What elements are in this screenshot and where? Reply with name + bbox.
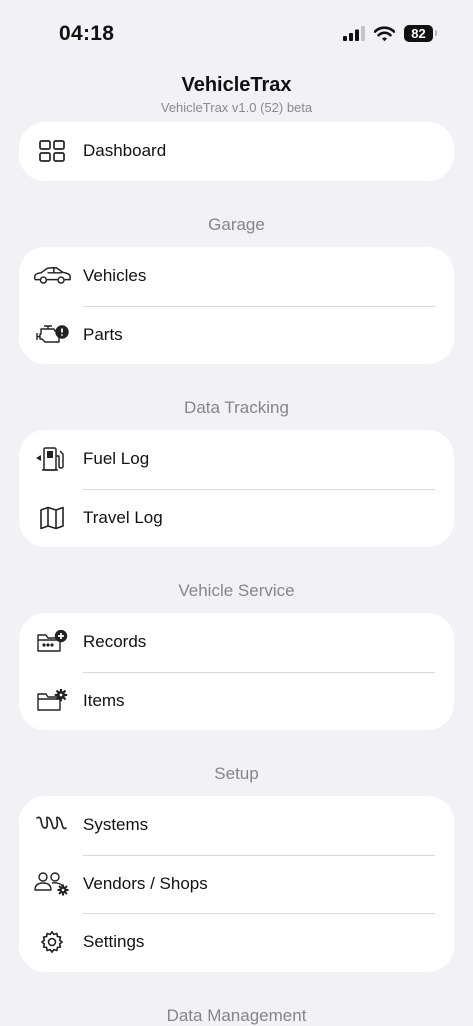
menu-item-travel-log[interactable]: Travel Log	[19, 488, 454, 548]
menu-item-label: Vendors / Shops	[83, 873, 208, 893]
menu-item-label: Items	[83, 690, 125, 710]
cellular-signal-icon	[343, 26, 365, 41]
grid-icon	[33, 135, 71, 167]
section-header-garage: Garage	[208, 215, 265, 234]
vehicle-service-card: Records Items	[19, 613, 454, 730]
menu-item-label: Records	[83, 632, 147, 652]
coil-icon	[33, 809, 71, 841]
menu-item-label: Dashboard	[83, 141, 167, 161]
section-header-data-tracking: Data Tracking	[184, 398, 289, 417]
battery-level: 82	[411, 26, 426, 41]
menu-item-records[interactable]: Records	[19, 613, 454, 672]
menu-item-items[interactable]: Items	[19, 671, 454, 731]
setup-card: Systems Vendors / Shops Settings	[19, 796, 454, 972]
folder-add-icon	[33, 626, 71, 658]
people-gear-icon	[33, 868, 71, 900]
menu-item-dashboard[interactable]: Dashboard	[19, 122, 454, 181]
menu-item-fuel-log[interactable]: Fuel Log	[19, 430, 454, 489]
app-header: VehicleTrax VehicleTrax v1.0 (52) beta	[0, 74, 473, 115]
gear-icon	[33, 926, 71, 958]
map-icon	[33, 502, 71, 534]
battery-icon: 82	[404, 25, 437, 42]
menu-item-vendors-shops[interactable]: Vendors / Shops	[19, 854, 454, 914]
menu-item-label: Fuel Log	[83, 449, 150, 469]
app-version: VehicleTrax v1.0 (52) beta	[160, 100, 313, 115]
data-tracking-card: Fuel Log Travel Log	[19, 430, 454, 547]
garage-card: Vehicles Parts	[19, 247, 454, 364]
wifi-icon	[374, 25, 395, 41]
menu-item-vehicles[interactable]: Vehicles	[19, 247, 454, 306]
dashboard-card: Dashboard	[19, 122, 454, 181]
menu-item-label: Vehicles	[83, 266, 147, 286]
app-title: VehicleTrax	[181, 74, 292, 96]
menu-item-label: Parts	[83, 324, 123, 344]
menu-item-label: Travel Log	[83, 507, 163, 527]
menu-item-label: Settings	[83, 932, 145, 952]
status-bar: 04:18 82	[0, 0, 473, 60]
menu-item-systems[interactable]: Systems	[19, 796, 454, 855]
car-icon	[33, 260, 71, 292]
engine-alert-icon	[33, 319, 71, 351]
section-header-data-management: Data Management	[166, 1006, 307, 1025]
section-header-vehicle-service: Vehicle Service	[178, 581, 295, 600]
section-header-setup: Setup	[214, 764, 259, 783]
folder-gear-icon	[33, 685, 71, 717]
menu-item-label: Systems	[83, 815, 149, 835]
menu-item-parts[interactable]: Parts	[19, 305, 454, 365]
status-icons: 82	[343, 25, 437, 42]
fuel-pump-icon	[33, 443, 71, 475]
status-time: 04:18	[59, 22, 115, 45]
menu-item-settings[interactable]: Settings	[19, 913, 454, 972]
